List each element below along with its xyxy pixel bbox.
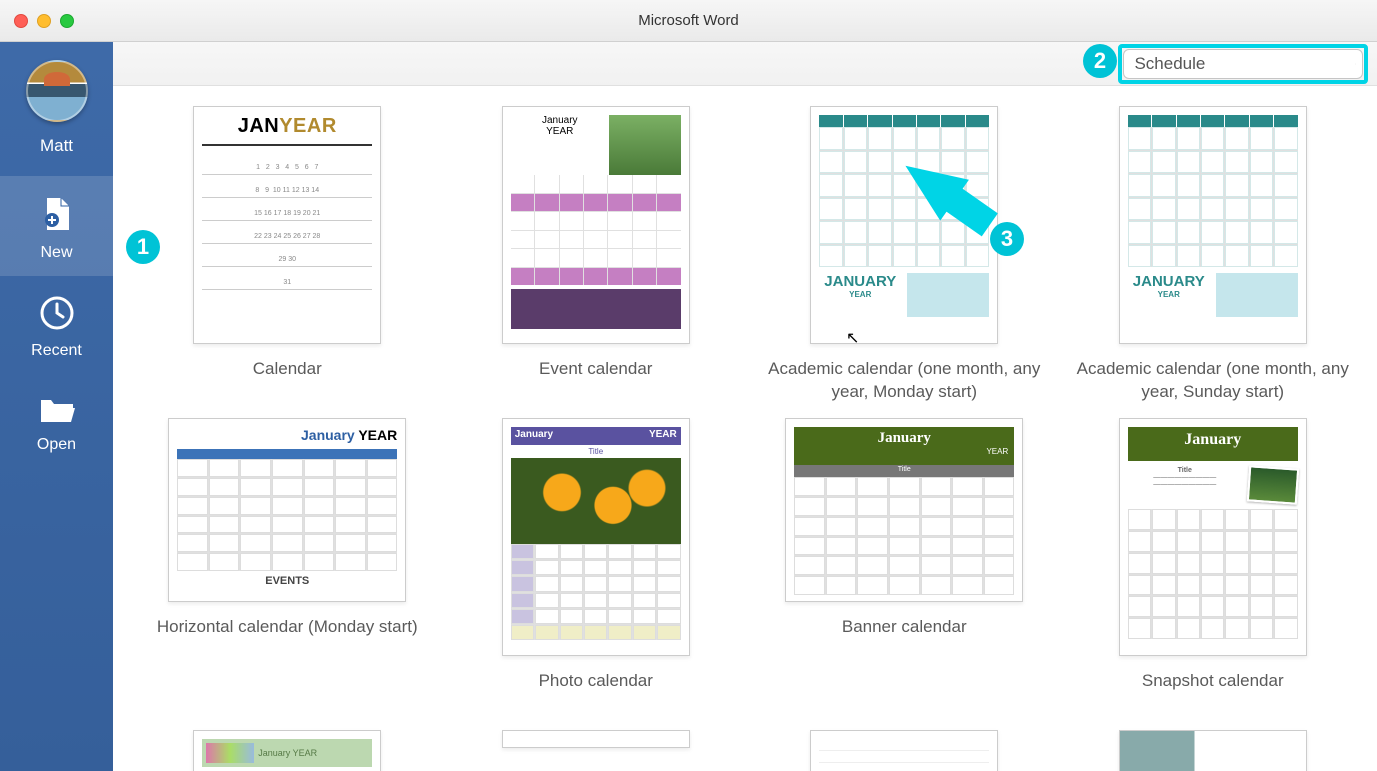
template-row3-a[interactable]: January YEAR — [133, 730, 442, 771]
template-thumbnail — [502, 730, 690, 748]
template-row3-c[interactable] — [750, 730, 1059, 771]
template-thumbnail — [810, 730, 998, 771]
thumb-month: January — [511, 115, 609, 126]
mini-calendar-grid — [794, 477, 1014, 595]
template-label: Horizontal calendar (Monday start) — [133, 616, 442, 662]
thumb-year: YEAR — [649, 429, 677, 443]
thumb-photo-placeholder — [1247, 465, 1299, 504]
thumb-month: JANUARY — [819, 273, 901, 290]
sidebar-item-open[interactable]: Open — [0, 374, 113, 468]
sidebar-item-label: Recent — [0, 342, 113, 360]
main-panel: 2 1 JANYEAR 1 2 3 4 5 6 78 9 10 11 12 13… — [113, 42, 1377, 771]
thumb-month: January — [258, 748, 290, 758]
template-label: Academic calendar (one month, any year, … — [750, 358, 1059, 404]
template-thumbnail — [1119, 730, 1307, 771]
template-academic-monday[interactable]: 3 ↖ JANUARYYEAR Academic calendar (one m… — [750, 106, 1059, 404]
template-event-calendar[interactable]: JanuaryYEAR Event calendar — [442, 106, 751, 404]
template-thumbnail: JanuaryYEAR Title — [785, 418, 1023, 602]
template-gallery: 1 JANYEAR 1 2 3 4 5 6 78 9 10 11 12 13 1… — [113, 86, 1377, 771]
sidebar-user[interactable]: Matt — [26, 60, 88, 156]
new-document-icon — [37, 194, 77, 234]
thumb-year: YEAR — [819, 290, 901, 299]
thumb-year: YEAR — [800, 447, 1008, 456]
template-label: Calendar — [133, 358, 442, 404]
thumb-title: Title — [794, 465, 1014, 477]
template-thumbnail: JANYEAR 1 2 3 4 5 6 78 9 10 11 12 13 141… — [193, 106, 381, 344]
thumb-year: YEAR — [358, 427, 397, 443]
template-label: Banner calendar — [750, 616, 1059, 662]
annotation-badge-3: 3 — [990, 222, 1024, 256]
template-snapshot-calendar[interactable]: January Title―――――――――――――――――― Snapshot… — [1059, 418, 1368, 716]
template-label: Academic calendar (one month, any year, … — [1059, 358, 1368, 404]
template-calendar[interactable]: JANYEAR 1 2 3 4 5 6 78 9 10 11 12 13 141… — [133, 106, 442, 404]
template-thumbnail: January YEAR EVENTS — [168, 418, 406, 602]
template-thumbnail: January Title―――――――――――――――――― — [1119, 418, 1307, 656]
sidebar: Matt New Recent Open — [0, 42, 113, 771]
template-label: Event calendar — [442, 358, 751, 404]
template-thumbnail: JANUARYYEAR — [1119, 106, 1307, 344]
thumb-title: Title — [1178, 467, 1192, 474]
thumb-year: YEAR — [279, 115, 337, 137]
thumb-month: January — [515, 429, 553, 443]
thumb-month: January — [301, 427, 355, 443]
mini-calendar-grid — [511, 175, 681, 285]
search-field-wrapper — [1123, 49, 1363, 79]
mouse-cursor-icon: ↖ — [846, 328, 859, 348]
thumb-year: YEAR — [1128, 290, 1210, 299]
thumb-month: JAN — [238, 115, 280, 137]
mini-calendar-grid — [1128, 509, 1298, 639]
sidebar-item-recent[interactable]: Recent — [0, 276, 113, 374]
window-titlebar: Microsoft Word — [0, 0, 1377, 42]
template-academic-sunday[interactable]: JANUARYYEAR Academic calendar (one month… — [1059, 106, 1368, 404]
folder-open-icon — [37, 392, 77, 426]
sidebar-item-new[interactable]: New — [0, 176, 113, 276]
template-label: Photo calendar — [442, 670, 751, 716]
search-input[interactable] — [1130, 54, 1355, 74]
mini-calendar-grid — [511, 544, 681, 640]
template-photo-calendar[interactable]: January YEAR Title Photo calendar — [442, 418, 751, 716]
clear-search-icon[interactable] — [1355, 55, 1356, 73]
clock-icon — [38, 294, 76, 332]
template-label: Snapshot calendar — [1059, 670, 1368, 716]
template-horizontal-monday[interactable]: January YEAR EVENTS Horizontal calendar … — [133, 418, 442, 716]
sidebar-item-label: Open — [0, 436, 113, 454]
zoom-window-button[interactable] — [60, 14, 74, 28]
close-window-button[interactable] — [14, 14, 28, 28]
user-avatar — [26, 60, 88, 122]
minimize-window-button[interactable] — [37, 14, 51, 28]
window-title: Microsoft Word — [0, 12, 1377, 29]
sidebar-item-label: New — [0, 244, 113, 262]
thumb-month: JANUARY — [1128, 273, 1210, 290]
window-controls — [14, 14, 74, 28]
thumb-month: January — [1128, 427, 1298, 461]
template-row3-b[interactable] — [442, 730, 751, 771]
template-thumbnail: JanuaryYEAR — [502, 106, 690, 344]
thumb-events-label: EVENTS — [177, 575, 397, 587]
mini-calendar-grid — [1128, 127, 1298, 267]
search-bar: 2 — [113, 42, 1377, 86]
thumb-year: YEAR — [511, 126, 609, 137]
template-thumbnail: January YEAR — [193, 730, 381, 771]
thumb-year: YEAR — [293, 748, 318, 758]
thumb-month: January — [800, 430, 1008, 447]
thumb-title: Title — [511, 447, 681, 456]
annotation-badge-1: 1 — [126, 230, 160, 264]
template-banner-calendar[interactable]: JanuaryYEAR Title Banner calendar — [750, 418, 1059, 716]
template-thumbnail: January YEAR Title — [502, 418, 690, 656]
thumb-photo-placeholder — [511, 458, 681, 544]
user-name: Matt — [26, 136, 88, 156]
template-row3-d[interactable] — [1059, 730, 1368, 771]
annotation-badge-2: 2 — [1083, 44, 1117, 78]
mini-calendar-grid — [177, 459, 397, 571]
